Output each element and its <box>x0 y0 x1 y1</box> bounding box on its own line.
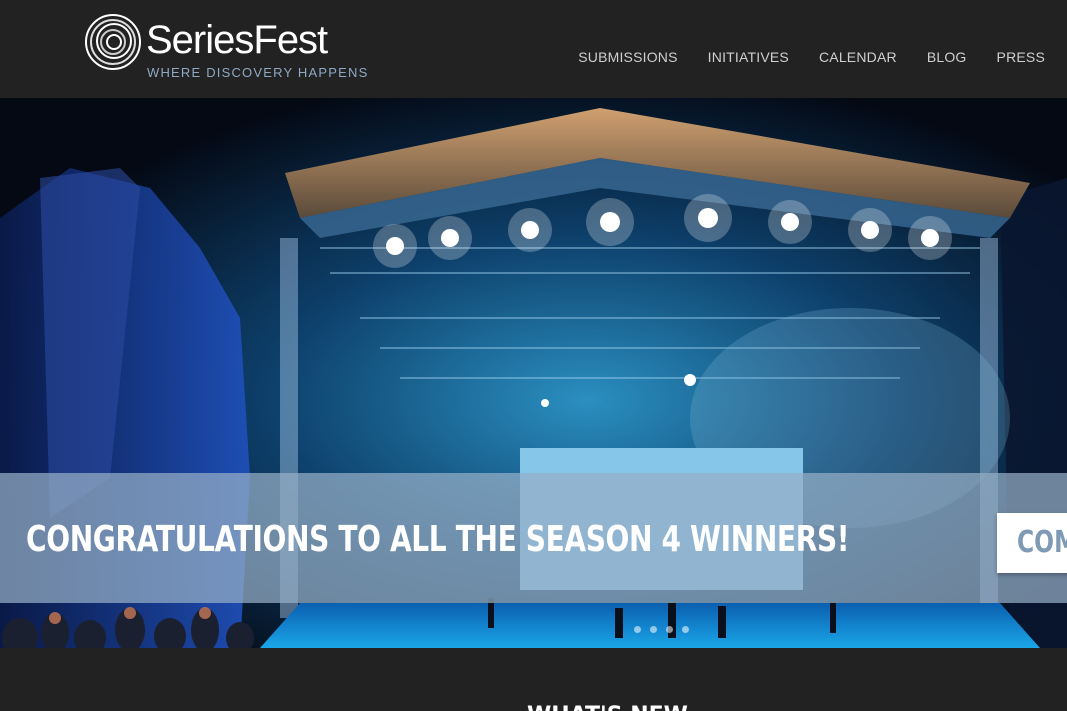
slider-dots <box>634 626 689 633</box>
nav-calendar[interactable]: CALENDAR <box>789 47 897 67</box>
slider-dot-2[interactable] <box>650 626 657 633</box>
hero-slider: CONGRATULATIONS TO ALL THE SEASON 4 WINN… <box>0 98 1067 648</box>
nav-press[interactable]: PRESS <box>967 47 1045 67</box>
slider-dot-1[interactable] <box>634 626 641 633</box>
nav-blog[interactable]: BLOG <box>897 47 967 67</box>
whats-new-section: WHAT'S NEW <box>0 648 1067 711</box>
brand-name: SeriesFest <box>146 18 328 62</box>
nav-initiatives[interactable]: INITIATIVES <box>678 47 789 67</box>
logo-swirl-icon <box>85 14 141 70</box>
brand-tagline: WHERE DISCOVERY HAPPENS <box>147 65 369 80</box>
hero-caption-banner: CONGRATULATIONS TO ALL THE SEASON 4 WINN… <box>0 473 1067 603</box>
site-header: SeriesFest WHERE DISCOVERY HAPPENS SUBMI… <box>0 0 1067 98</box>
slider-dot-3[interactable] <box>666 626 673 633</box>
slider-dot-4[interactable] <box>682 626 689 633</box>
main-nav: SUBMISSIONS INITIATIVES CALENDAR BLOG PR… <box>578 47 1045 67</box>
nav-submissions[interactable]: SUBMISSIONS <box>578 47 677 67</box>
hero-cta-button[interactable]: COMI <box>997 513 1067 573</box>
section-heading: WHAT'S NEW <box>527 703 688 711</box>
hero-cta-label: COMI <box>1017 525 1067 560</box>
hero-headline: CONGRATULATIONS TO ALL THE SEASON 4 WINN… <box>26 519 850 560</box>
seriesfest-logo[interactable]: SeriesFest WHERE DISCOVERY HAPPENS <box>84 12 367 84</box>
